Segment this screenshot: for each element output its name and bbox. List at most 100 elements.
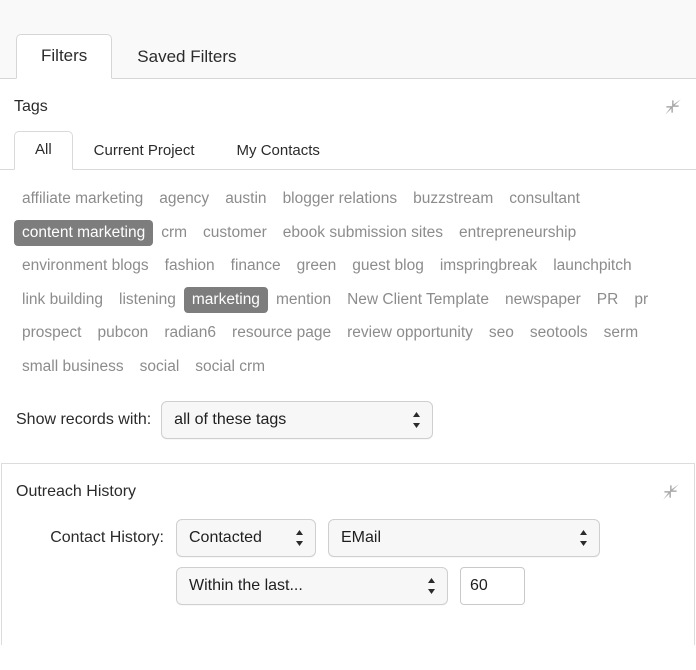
tag-item[interactable]: finance xyxy=(223,253,289,280)
show-records-select[interactable]: all of these tags xyxy=(161,401,434,440)
tag-item-label: newspaper xyxy=(504,290,581,308)
tag-item[interactable]: fashion xyxy=(157,253,223,280)
tag-item[interactable]: seo xyxy=(481,320,522,347)
tag-item-label: agency xyxy=(159,190,210,208)
tag-item[interactable]: marketing xyxy=(183,286,268,314)
tag-item[interactable]: small business xyxy=(14,354,132,381)
timeframe-days-input[interactable] xyxy=(460,567,525,606)
tag-item[interactable]: social crm xyxy=(187,354,273,381)
tag-item-label: green xyxy=(296,257,337,275)
select-arrows-icon xyxy=(296,530,303,547)
tag-item-label: crm xyxy=(161,223,188,241)
subtab-my-contacts[interactable]: My Contacts xyxy=(216,132,341,170)
tag-item[interactable]: resource page xyxy=(224,320,339,347)
tag-item-label: buzzstream xyxy=(413,190,494,208)
tag-item[interactable]: blogger relations xyxy=(275,186,406,213)
contact-status-select[interactable]: Contacted xyxy=(176,519,316,558)
tag-item[interactable]: imspringbreak xyxy=(432,253,545,280)
timeframe-select[interactable]: Within the last... xyxy=(176,567,448,606)
tag-item[interactable]: listening xyxy=(111,287,184,314)
show-records-select-value: all of these tags xyxy=(174,411,287,429)
tag-item-label: social xyxy=(139,357,180,375)
tag-item[interactable]: pr xyxy=(626,287,656,314)
tag-item-label: mention xyxy=(275,290,332,308)
subtab-my-contacts-label: My Contacts xyxy=(236,142,320,160)
tag-item[interactable]: crm xyxy=(153,220,195,247)
tag-item[interactable]: serm xyxy=(596,320,646,347)
tag-item-label: New Client Template xyxy=(347,290,489,308)
tag-item[interactable]: content marketing xyxy=(14,219,154,247)
tag-item[interactable]: PR xyxy=(589,287,627,314)
contact-channel-select-value: EMail xyxy=(341,529,382,547)
tag-item-label: link building xyxy=(22,290,103,308)
tag-item-label: ebook submission sites xyxy=(282,223,444,241)
tag-item[interactable]: prospect xyxy=(14,320,89,347)
tag-item-label: consultant xyxy=(509,190,580,208)
tag-item-label: launchpitch xyxy=(553,257,632,275)
tag-item[interactable]: ebook submission sites xyxy=(275,220,451,247)
tag-item[interactable]: affiliate marketing xyxy=(14,186,151,213)
tag-item[interactable]: seotools xyxy=(522,320,596,347)
outreach-history-body: Contact History: Contacted EMail Within … xyxy=(2,507,694,629)
subtab-all-label: All xyxy=(35,141,52,159)
subtab-all[interactable]: All xyxy=(14,131,73,171)
tag-item-label: customer xyxy=(203,223,267,241)
timeframe-row: Within the last... xyxy=(16,567,680,606)
contact-channel-select[interactable]: EMail xyxy=(328,519,600,558)
contact-status-select-value: Contacted xyxy=(189,529,262,547)
tag-item-label: content marketing xyxy=(22,223,146,241)
tag-item-label: seo xyxy=(488,324,514,342)
tag-item[interactable]: radian6 xyxy=(156,320,224,347)
select-arrows-icon xyxy=(413,412,421,429)
outreach-history-panel: Outreach History Contact History: Contac… xyxy=(1,463,695,646)
tag-item-label: resource page xyxy=(232,324,332,342)
tab-filters[interactable]: Filters xyxy=(16,33,113,79)
tag-item[interactable]: agency xyxy=(151,186,217,213)
tag-item[interactable]: austin xyxy=(217,186,274,213)
tag-item-label: PR xyxy=(596,290,619,308)
tag-item[interactable]: mention xyxy=(268,287,339,314)
tag-item[interactable]: entrepreneurship xyxy=(451,220,584,247)
tag-item-label: pubcon xyxy=(97,324,149,342)
tag-item[interactable]: newspaper xyxy=(497,287,589,314)
outreach-history-header: Outreach History xyxy=(2,464,694,507)
tag-item[interactable]: link building xyxy=(14,287,111,314)
tag-item[interactable]: consultant xyxy=(501,186,588,213)
tags-section-header: Tags xyxy=(0,79,696,126)
tab-saved-filters-label: Saved Filters xyxy=(137,46,237,66)
tag-item[interactable]: environment blogs xyxy=(14,253,157,280)
subtab-current-project[interactable]: Current Project xyxy=(73,132,216,170)
tag-item[interactable]: green xyxy=(289,253,345,280)
tag-item[interactable]: guest blog xyxy=(344,253,432,280)
subtab-current-project-label: Current Project xyxy=(93,142,195,160)
filters-panel: Filters Saved Filters Tags All Current P… xyxy=(0,0,696,670)
tag-item-label: imspringbreak xyxy=(439,257,538,275)
collapse-diagonal-icon[interactable] xyxy=(664,98,682,116)
tag-item-label: finance xyxy=(230,257,281,275)
tags-subtab-bar: All Current Project My Contacts xyxy=(0,126,696,171)
tag-item[interactable]: social xyxy=(132,354,188,381)
tag-item[interactable]: buzzstream xyxy=(405,186,501,213)
select-arrows-icon xyxy=(428,578,435,595)
tag-item-label: seotools xyxy=(529,324,588,342)
tag-item-label: guest blog xyxy=(352,257,424,275)
tag-item[interactable]: pubcon xyxy=(89,320,156,347)
tab-saved-filters[interactable]: Saved Filters xyxy=(112,35,261,79)
outreach-history-title: Outreach History xyxy=(16,483,137,501)
tag-item[interactable]: New Client Template xyxy=(339,287,497,314)
tag-item-label: social crm xyxy=(195,357,266,375)
tab-filters-label: Filters xyxy=(41,45,88,65)
tag-item-label: pr xyxy=(634,290,649,308)
tag-item-label: serm xyxy=(603,324,639,342)
tag-item[interactable]: launchpitch xyxy=(545,253,639,280)
select-arrows-icon xyxy=(580,530,587,547)
show-records-row: Show records with: all of these tags xyxy=(0,384,696,463)
tag-item-label: review opportunity xyxy=(347,324,473,342)
collapse-diagonal-icon[interactable] xyxy=(662,483,680,501)
show-records-label: Show records with: xyxy=(16,411,152,429)
tag-item-label: entrepreneurship xyxy=(459,223,577,241)
tag-item[interactable]: customer xyxy=(195,220,275,247)
tag-item-label: radian6 xyxy=(164,324,217,342)
timeframe-select-value: Within the last... xyxy=(189,577,303,595)
tag-item[interactable]: review opportunity xyxy=(339,320,481,347)
